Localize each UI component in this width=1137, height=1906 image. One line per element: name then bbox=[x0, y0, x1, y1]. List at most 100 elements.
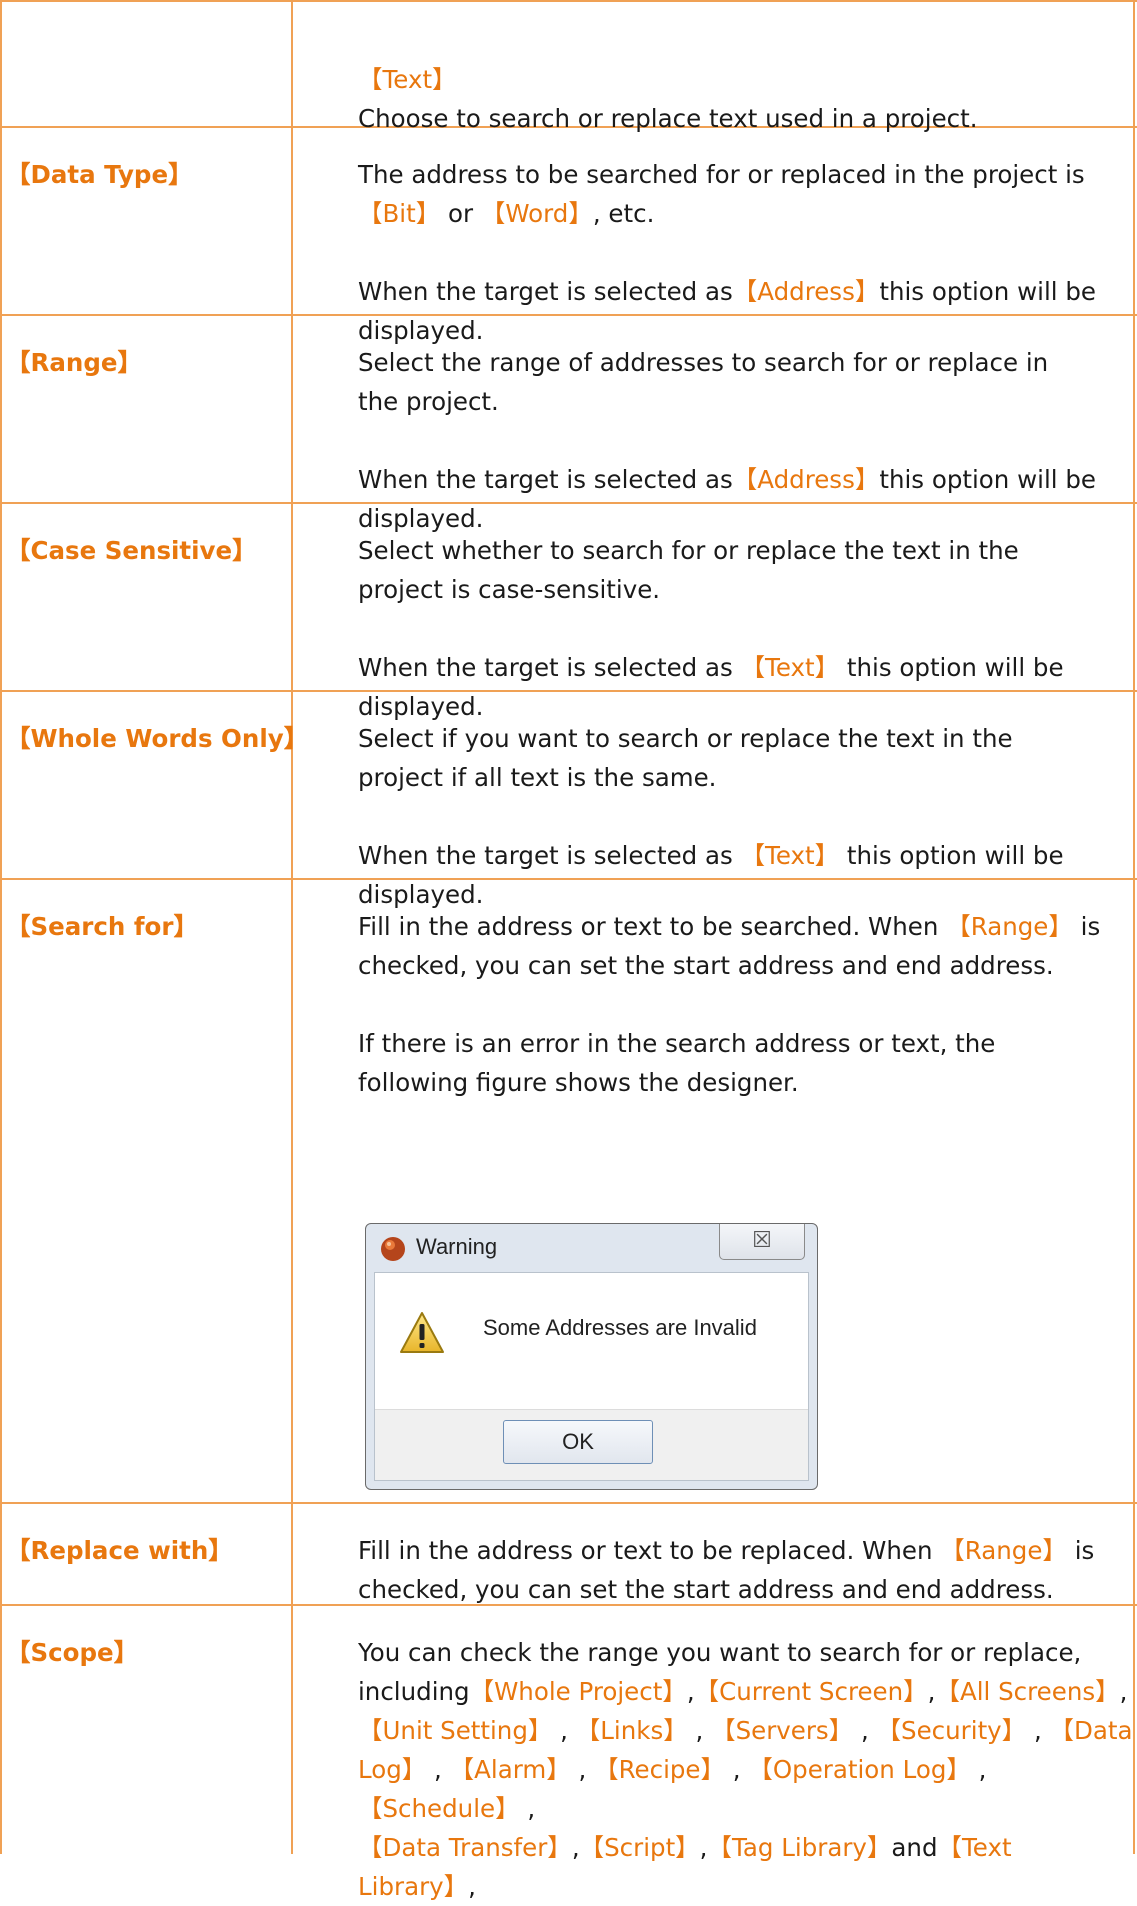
option-reference: 【Range】 bbox=[940, 1536, 1067, 1565]
row-desc-search-for: Fill in the address or text to be search… bbox=[358, 907, 1100, 1102]
description-line: 【Data Transfer】,【Script】,【Tag Library】an… bbox=[358, 1828, 1137, 1906]
option-reference: 【Address】 bbox=[732, 465, 880, 494]
row-label-case-sensitive: 【Case Sensitive】 bbox=[6, 536, 257, 565]
option-reference: 【Servers】 bbox=[711, 1716, 854, 1745]
table-border-left bbox=[0, 0, 2, 1854]
description-text: displayed. bbox=[358, 504, 484, 533]
description-text: , bbox=[468, 1872, 476, 1901]
description-line: Select if you want to search or replace … bbox=[358, 719, 1064, 758]
description-line: When the target is selected as 【Text】 th… bbox=[358, 648, 1064, 687]
dialog-message-area: Some Addresses are Invalid bbox=[375, 1273, 808, 1411]
description-text: Select if you want to search or replace … bbox=[358, 724, 1013, 753]
description-text: project is case-sensitive. bbox=[358, 575, 661, 604]
option-reference: 【Whole Project】 bbox=[469, 1677, 687, 1706]
description-line: Fill in the address or text to be search… bbox=[358, 907, 1100, 946]
description-text: this option will be bbox=[839, 653, 1064, 682]
option-reference: 【Range】 bbox=[946, 912, 1073, 941]
option-reference: 【Script】 bbox=[579, 1833, 700, 1862]
row-desc-scope: You can check the range you want to sear… bbox=[358, 1633, 1137, 1906]
option-reference: 【Data bbox=[1049, 1716, 1133, 1745]
description-text: , bbox=[552, 1716, 576, 1745]
option-reference: 【Data Transfer】 bbox=[358, 1833, 572, 1862]
description-text: displayed. bbox=[358, 692, 484, 721]
description-text: project if all text is the same. bbox=[358, 763, 717, 792]
description-line: project if all text is the same. bbox=[358, 758, 1064, 797]
description-text: is bbox=[1066, 1536, 1095, 1565]
description-line: When the target is selected as 【Text】 th… bbox=[358, 836, 1064, 875]
option-reference: 【Current Screen】 bbox=[694, 1677, 928, 1706]
dialog-title: Warning bbox=[416, 1234, 498, 1259]
close-button[interactable]: ☒ bbox=[719, 1224, 805, 1260]
description-text: displayed. bbox=[358, 880, 484, 909]
option-reference: 【Alarm】 bbox=[449, 1755, 571, 1784]
row-desc-whole-words: Select if you want to search or replace … bbox=[358, 719, 1064, 914]
option-reference: Log】 bbox=[358, 1755, 427, 1784]
description-line: project is case-sensitive. bbox=[358, 570, 1064, 609]
row-desc-range: Select the range of addresses to search … bbox=[358, 343, 1096, 538]
description-text: , bbox=[1026, 1716, 1050, 1745]
warning-triangle-icon bbox=[400, 1312, 444, 1353]
description-text: , bbox=[519, 1794, 536, 1823]
description-line: 【Bit】 or 【Word】, etc. bbox=[358, 194, 1096, 233]
description-text: If there is an error in the search addre… bbox=[358, 1029, 996, 1058]
dialog-footer: OK bbox=[375, 1409, 808, 1480]
description-text: this option will be bbox=[879, 465, 1096, 494]
description-text: , bbox=[1119, 1677, 1128, 1706]
description-line: 【Unit Setting】 , 【Links】 , 【Servers】 , 【… bbox=[358, 1711, 1137, 1750]
row-desc-text: 【Text】 Choose to search or replace text u… bbox=[358, 60, 978, 138]
dialog-body: Some Addresses are Invalid OK bbox=[374, 1272, 809, 1481]
description-line: checked, you can set the start address a… bbox=[358, 946, 1100, 985]
description-text: , bbox=[570, 1755, 595, 1784]
description-text: , etc. bbox=[592, 199, 655, 228]
description-text: this option will be bbox=[839, 841, 1064, 870]
option-reference: 【Schedule】 bbox=[358, 1794, 520, 1823]
description-text: including bbox=[358, 1677, 470, 1706]
dialog-message: Some Addresses are Invalid bbox=[483, 1315, 757, 1340]
row-label-replace-with: 【Replace with】 bbox=[6, 1536, 233, 1565]
row-divider bbox=[0, 1502, 1137, 1504]
description-text: When the target is selected as bbox=[358, 277, 733, 306]
description-line: If there is an error in the search addre… bbox=[358, 1024, 1100, 1063]
option-reference: 【Text】 bbox=[740, 841, 840, 870]
description-text: displayed. bbox=[358, 316, 484, 345]
description-line: The address to be searched for or replac… bbox=[358, 155, 1096, 194]
description-text: You can check the range you want to sear… bbox=[358, 1638, 1082, 1667]
description-line: the project. bbox=[358, 382, 1096, 421]
description-line: Select whether to search for or replace … bbox=[358, 531, 1064, 570]
description-line: Fill in the address or text to be replac… bbox=[358, 1531, 1094, 1570]
description-text: this option will be bbox=[879, 277, 1096, 306]
description-text: , bbox=[686, 1677, 695, 1706]
description-text: , bbox=[970, 1755, 987, 1784]
property-table: 【Data Type】 【Range】 【Case Sensitive】 【Wh… bbox=[0, 0, 1137, 1901]
description-text: , bbox=[725, 1755, 749, 1784]
description-text: or bbox=[440, 199, 481, 228]
option-reference: 【Security】 bbox=[876, 1716, 1027, 1745]
option-reference: 【Word】 bbox=[480, 199, 593, 228]
description-line: including【Whole Project】,【Current Screen… bbox=[358, 1672, 1137, 1711]
option-reference: 【Bit】 bbox=[358, 199, 441, 228]
description-line: You can check the range you want to sear… bbox=[358, 1633, 1137, 1672]
description-line: 【Text】 bbox=[358, 60, 978, 99]
dialog-titlebar: Warning ☒ bbox=[374, 1224, 809, 1270]
description-text: is bbox=[1072, 912, 1101, 941]
option-reference: 【Address】 bbox=[732, 277, 880, 306]
row-desc-replace-with: Fill in the address or text to be replac… bbox=[358, 1531, 1094, 1609]
description-line: checked, you can set the start address a… bbox=[358, 1570, 1094, 1609]
table-border-right bbox=[1133, 0, 1135, 1854]
row-label-data-type: 【Data Type】 bbox=[6, 160, 193, 189]
description-text: , bbox=[426, 1755, 450, 1784]
description-line: Choose to search or replace text used in… bbox=[358, 99, 978, 138]
ok-button[interactable]: OK bbox=[503, 1420, 653, 1464]
row-desc-case-sensitive: Select whether to search for or replace … bbox=[358, 531, 1064, 726]
option-reference: 【Text】 bbox=[358, 65, 457, 94]
description-text: , bbox=[571, 1833, 580, 1862]
option-reference: 【Recipe】 bbox=[594, 1755, 726, 1784]
description-text: the project. bbox=[358, 387, 499, 416]
option-reference: 【Tag Library】 bbox=[707, 1833, 892, 1862]
row-desc-data-type: The address to be searched for or replac… bbox=[358, 155, 1096, 350]
description-text: Select whether to search for or replace … bbox=[358, 536, 1019, 565]
